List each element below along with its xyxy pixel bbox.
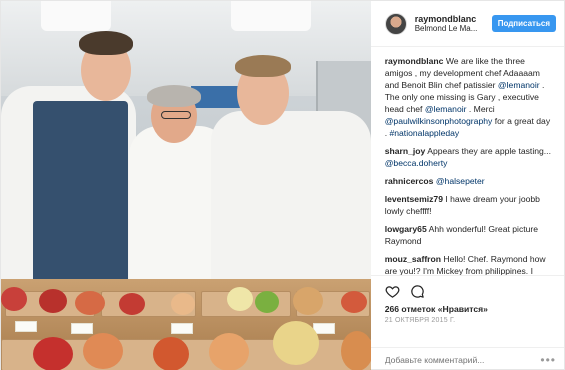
apple [75, 291, 105, 315]
comment-mention-link[interactable]: @becca.doherty [385, 158, 448, 168]
comment-username[interactable]: raymondblanc [385, 56, 444, 66]
action-icons [385, 282, 554, 300]
comment-mention-link[interactable]: @lemanoir [425, 104, 467, 114]
comment-list: raymondblanc We are like the three amigo… [371, 47, 564, 275]
more-options-icon[interactable]: ••• [540, 353, 556, 367]
comment-mention-link[interactable]: @halsepeter [436, 176, 485, 186]
post-location[interactable]: Belmond Le Ma... [415, 24, 492, 33]
apple [153, 337, 189, 370]
instagram-post: raymondblanc Belmond Le Ma... Подписатьс… [0, 0, 565, 370]
apple [39, 289, 67, 313]
comment-mention-link[interactable]: #nationalappleday [389, 128, 459, 138]
comment-username[interactable]: sharn_joy [385, 146, 426, 156]
ceiling-light [41, 1, 111, 31]
add-comment-input[interactable] [384, 354, 535, 365]
label-card [15, 321, 37, 332]
comment-item: mouz_saffron Hello! Chef. Raymond how ar… [385, 253, 554, 275]
avatar[interactable] [384, 12, 407, 35]
comment-username[interactable]: lowgary65 [385, 224, 427, 234]
apple [171, 293, 195, 315]
heart-icon[interactable] [385, 284, 400, 299]
comment-mention-link[interactable]: @lemanoir [498, 80, 540, 90]
apple [255, 291, 279, 313]
ceiling-light [231, 1, 311, 31]
comment-username[interactable]: mouz_saffron [385, 254, 441, 264]
apple [33, 337, 73, 370]
comment-item: lowgary65 Ahh wonderful! Great picture R… [385, 223, 554, 247]
apple [341, 331, 371, 370]
apple [273, 321, 319, 365]
post-side-panel: raymondblanc Belmond Le Ma... Подписатьс… [370, 1, 564, 370]
comment-username[interactable]: rahnicercos [385, 176, 434, 186]
label-card [71, 323, 93, 334]
apple [227, 287, 253, 311]
comment-username[interactable]: leventsemiz79 [385, 194, 443, 204]
author-username[interactable]: raymondblanc [415, 14, 492, 24]
comment-mention-link[interactable]: @paulwilkinsonphotography [385, 116, 493, 126]
speech-bubble-icon[interactable] [410, 284, 425, 299]
post-date[interactable]: 21 ОКТЯБРЯ 2015 Г. [385, 317, 554, 324]
comment-item: rahnicercos @halsepeter [385, 175, 554, 187]
apple [293, 287, 323, 315]
follow-button[interactable]: Подписаться [491, 15, 556, 32]
apple [209, 333, 249, 370]
apple [1, 287, 27, 311]
add-comment-bar: ••• [370, 347, 564, 370]
label-card [171, 323, 193, 334]
comment-item: leventsemiz79 I hawe dream your joobb lo… [385, 193, 554, 217]
apple [83, 333, 123, 369]
apple [341, 291, 367, 313]
author-info: raymondblanc Belmond Le Ma... [415, 14, 492, 33]
post-header: raymondblanc Belmond Le Ma... Подписатьс… [370, 1, 564, 47]
post-actions: 266 отметок «Нравится» 21 ОКТЯБРЯ 2015 Г… [370, 275, 564, 347]
apple [119, 293, 145, 315]
post-photo[interactable] [1, 1, 371, 370]
like-count[interactable]: 266 отметок «Нравится» [385, 304, 554, 314]
comment-item: raymondblanc We are like the three amigo… [385, 55, 554, 139]
comment-text: Appears they are apple tasting... [427, 146, 551, 156]
comment-text: . Merci [466, 104, 495, 114]
comment-item: sharn_joy Appears they are apple tasting… [385, 145, 554, 169]
